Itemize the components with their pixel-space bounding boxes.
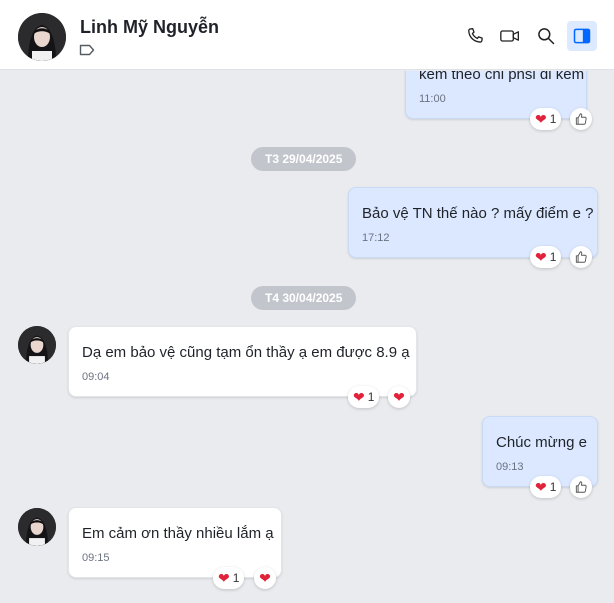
phone-icon <box>468 28 483 43</box>
message-text: Chúc mừng e <box>496 434 587 451</box>
reaction-count: 1 <box>549 250 557 264</box>
heart-icon: ❤ <box>535 479 547 495</box>
reaction-count: 1 <box>232 571 240 585</box>
message-time: 09:15 <box>82 552 110 564</box>
reaction-summary[interactable]: ❤ 1 <box>348 386 380 408</box>
heart-react-button[interactable]: ❤ <box>254 567 276 589</box>
like-button[interactable] <box>570 246 592 268</box>
video-call-icon <box>500 30 519 42</box>
heart-icon: ❤ <box>218 570 230 586</box>
heart-icon: ❤ <box>535 111 547 127</box>
contact-name[interactable]: Linh Mỹ Nguyễn <box>80 17 219 38</box>
search-icon <box>538 28 555 45</box>
like-button[interactable] <box>570 476 592 498</box>
message-bubble-outgoing[interactable]: Bảo vệ TN thế nào ? mấy điểm e ? 17:12 <box>348 187 598 258</box>
reaction-summary[interactable]: ❤ 1 <box>213 567 245 589</box>
message-bubble-incoming[interactable]: Em cảm ơn thầy nhiều lắm ạ 09:15 <box>68 507 282 578</box>
message-text: kèm theo chi phsi đi kèm <box>419 71 585 83</box>
sender-avatar[interactable] <box>18 508 56 546</box>
like-button[interactable] <box>570 108 592 130</box>
message-time: 09:13 <box>496 461 524 473</box>
reaction-count: 1 <box>549 480 557 494</box>
reaction-count: 1 <box>367 390 375 404</box>
message-text: Em cảm ơn thầy nhiều lắm ạ <box>82 525 274 542</box>
heart-icon: ❤ <box>259 570 271 586</box>
thumbs-up-icon <box>575 481 587 493</box>
reaction-summary[interactable]: ❤ 1 <box>530 476 562 498</box>
message-list[interactable]: kèm theo chi phsi đi kèm 11:00 ❤ 1 T3 29… <box>0 71 614 603</box>
message-bubble-outgoing[interactable]: kèm theo chi phsi đi kèm 11:00 <box>405 71 587 119</box>
reaction-summary[interactable]: ❤ 1 <box>530 246 562 268</box>
message-time: 09:04 <box>82 371 110 383</box>
sidebar-toggle-icon <box>573 28 591 44</box>
thumbs-up-icon <box>575 251 587 263</box>
heart-icon: ❤ <box>393 389 405 405</box>
sidebar-toggle-button[interactable] <box>567 21 597 51</box>
contact-avatar[interactable] <box>18 13 66 61</box>
chat-header: Linh Mỹ Nguyễn <box>0 0 614 70</box>
message-time: 17:12 <box>362 232 390 244</box>
reaction-count: 1 <box>549 112 557 126</box>
message-text: Dạ em bảo vệ cũng tạm ổn thầy ạ em được … <box>82 344 410 361</box>
phone-call-button[interactable] <box>463 24 487 48</box>
video-call-button[interactable] <box>498 24 522 48</box>
search-button[interactable] <box>534 24 558 48</box>
heart-react-button[interactable]: ❤ <box>388 386 410 408</box>
date-divider: T3 29/04/2025 <box>251 147 357 171</box>
sender-avatar[interactable] <box>18 326 56 364</box>
thumbs-up-icon <box>575 113 587 125</box>
message-time: 11:00 <box>419 93 446 105</box>
message-text: Bảo vệ TN thế nào ? mấy điểm e ? <box>362 205 594 222</box>
heart-icon: ❤ <box>353 389 365 405</box>
tag-icon[interactable] <box>79 44 95 56</box>
heart-icon: ❤ <box>535 249 547 265</box>
date-divider: T4 30/04/2025 <box>251 286 357 310</box>
reaction-summary[interactable]: ❤ 1 <box>530 108 562 130</box>
